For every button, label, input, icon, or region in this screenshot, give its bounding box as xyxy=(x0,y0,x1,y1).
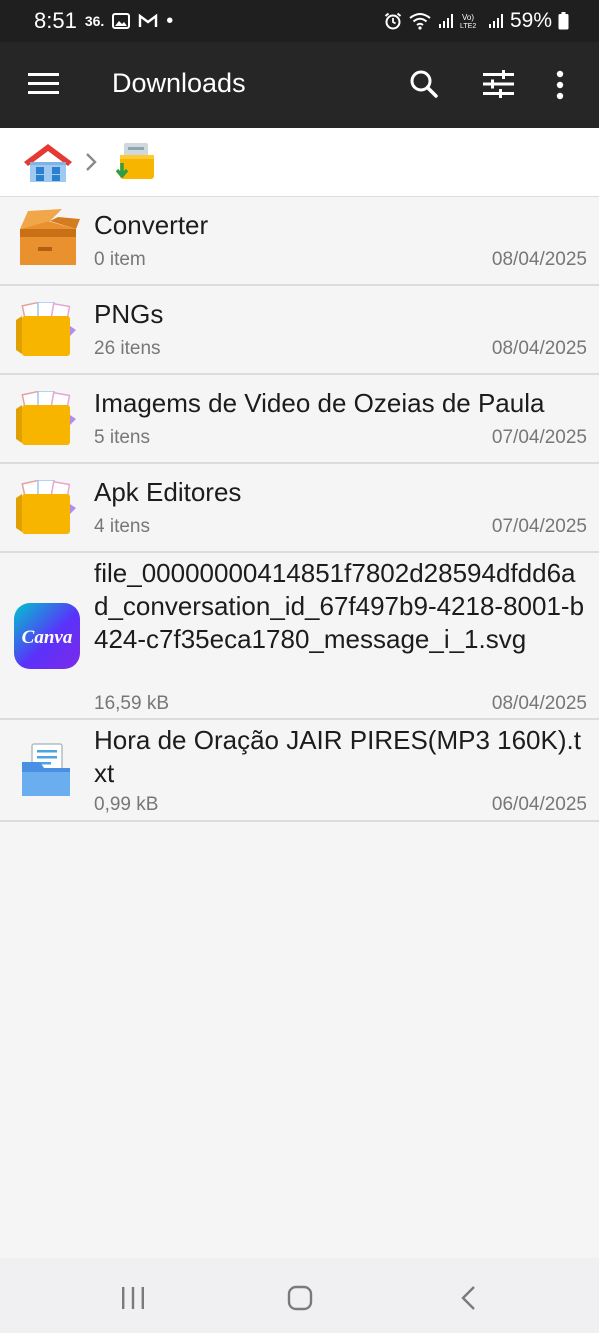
item-name: Apk Editores xyxy=(94,477,242,507)
image-folder-icon xyxy=(16,480,76,534)
list-item[interactable]: Imagems de Video de Ozeias de Paula 5 it… xyxy=(0,375,599,464)
item-meta: 4 itens xyxy=(94,516,150,537)
open-box-icon xyxy=(20,209,80,265)
item-name: Hora de Oração JAIR PIRES(MP3 160K).txt xyxy=(94,725,581,788)
status-dot: • xyxy=(166,9,174,32)
image-folder-icon xyxy=(16,391,76,445)
alarm-icon xyxy=(384,12,402,30)
list-item[interactable]: PNGs 26 itens 08/04/2025 xyxy=(0,286,599,375)
more-vert-icon[interactable] xyxy=(555,70,565,100)
item-name: PNGs xyxy=(94,299,164,329)
item-name: Imagems de Video de Ozeias de Paula xyxy=(94,388,545,418)
volte-icon: Vo) LTE2 xyxy=(460,13,476,30)
image-folder-icon xyxy=(16,302,76,356)
chevron-right-icon xyxy=(86,153,97,171)
item-meta: 0 item xyxy=(94,249,146,270)
back-icon[interactable] xyxy=(460,1285,478,1311)
search-icon[interactable] xyxy=(409,69,439,99)
tune-icon[interactable] xyxy=(483,70,515,98)
notification-badge: 36. xyxy=(84,13,105,29)
item-date: 08/04/2025 xyxy=(491,693,587,714)
breadcrumb xyxy=(0,128,599,197)
wifi-icon xyxy=(409,13,431,30)
menu-icon[interactable] xyxy=(28,71,60,97)
battery-icon xyxy=(558,12,569,30)
list-item[interactable]: Converter 0 item 08/04/2025 xyxy=(0,197,599,286)
app-bar: Downloads xyxy=(0,42,599,128)
item-date: 08/04/2025 xyxy=(491,249,587,270)
gmail-icon xyxy=(139,13,158,27)
item-date: 07/04/2025 xyxy=(491,516,587,537)
item-name: file_00000000414851f7802d28594dfdd6ad_co… xyxy=(94,558,585,654)
document-folder-icon xyxy=(22,743,70,796)
downloads-folder-icon[interactable] xyxy=(116,141,156,183)
signal-icon xyxy=(438,14,453,28)
recents-icon[interactable] xyxy=(120,1286,146,1310)
navigation-bar xyxy=(0,1258,599,1333)
svg-text:LTE2: LTE2 xyxy=(460,23,476,30)
item-meta: 26 itens xyxy=(94,338,161,359)
canva-icon: Canva xyxy=(14,603,80,669)
item-date: 07/04/2025 xyxy=(491,427,587,448)
svg-text:Vo): Vo) xyxy=(462,13,474,22)
item-meta: 0,99 kB xyxy=(94,794,159,815)
item-date: 08/04/2025 xyxy=(491,338,587,359)
home-folder-icon[interactable] xyxy=(22,142,74,184)
canva-logo-text: Canva xyxy=(22,627,73,648)
status-bar: 8:51 36. • Vo) LTE2 59% xyxy=(0,0,599,42)
item-meta: 16,59 kB xyxy=(94,693,169,714)
signal-icon xyxy=(488,14,503,28)
status-time: 8:51 xyxy=(34,8,77,33)
item-name: Converter xyxy=(94,210,209,240)
image-icon xyxy=(112,13,131,29)
list-item[interactable]: Hora de Oração JAIR PIRES(MP3 160K).txt … xyxy=(0,720,599,822)
file-list: Converter 0 item 08/04/2025 PNGs 26 iten… xyxy=(0,197,599,822)
home-icon[interactable] xyxy=(287,1285,313,1311)
item-meta: 5 itens xyxy=(94,427,150,448)
page-title: Downloads xyxy=(112,68,246,98)
list-item[interactable]: Canva file_00000000414851f7802d28594dfdd… xyxy=(0,553,599,720)
battery-percent: 59% xyxy=(509,9,552,32)
item-date: 06/04/2025 xyxy=(491,794,587,815)
list-item[interactable]: Apk Editores 4 itens 07/04/2025 xyxy=(0,464,599,553)
